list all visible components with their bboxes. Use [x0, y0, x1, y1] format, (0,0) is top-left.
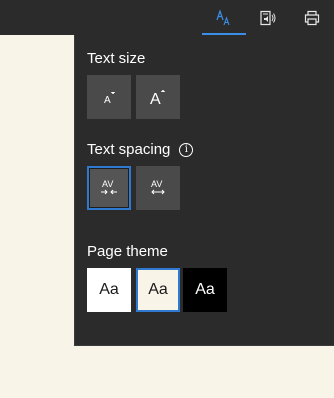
large-a-up-icon: A — [150, 89, 166, 108]
svg-text:A: A — [150, 91, 161, 108]
text-size-title: Text size — [87, 50, 146, 67]
read-aloud-button[interactable] — [246, 0, 290, 35]
small-a-down-icon: A — [104, 91, 116, 106]
page-theme-title: Page theme — [87, 243, 168, 260]
svg-text:AV: AV — [151, 179, 162, 189]
print-icon — [304, 10, 320, 25]
theme-dark-label: Aa — [195, 281, 215, 298]
increase-text-size-button[interactable]: A — [136, 75, 180, 119]
theme-sepia-label: Aa — [148, 281, 168, 298]
read-aloud-icon — [260, 10, 276, 25]
decrease-text-size-button[interactable]: A — [87, 75, 131, 119]
svg-text:A: A — [104, 95, 111, 106]
info-icon[interactable]: i — [179, 142, 194, 157]
text-spacing-heading: Text spacing i — [87, 141, 194, 158]
text-options-button[interactable] — [202, 0, 246, 35]
print-button[interactable] — [290, 0, 334, 35]
narrow-spacing-button[interactable]: AV — [87, 166, 131, 210]
text-options-panel: Text size A A Text spacing i AV AV Page … — [74, 35, 334, 346]
theme-light-label: Aa — [99, 281, 119, 298]
reader-toolbar — [0, 0, 334, 35]
svg-text:AV: AV — [102, 179, 113, 189]
theme-sepia-button[interactable]: Aa — [136, 268, 180, 312]
theme-dark-button[interactable]: Aa — [183, 268, 227, 312]
wide-spacing-icon: AV — [151, 179, 165, 195]
theme-light-button[interactable]: Aa — [87, 268, 131, 312]
page-theme-heading: Page theme — [87, 243, 168, 260]
wide-spacing-button[interactable]: AV — [136, 166, 180, 210]
text-options-icon — [216, 9, 230, 25]
text-size-heading: Text size — [87, 50, 145, 67]
text-spacing-title: Text spacing — [87, 141, 171, 158]
narrow-spacing-icon: AV — [101, 179, 117, 195]
